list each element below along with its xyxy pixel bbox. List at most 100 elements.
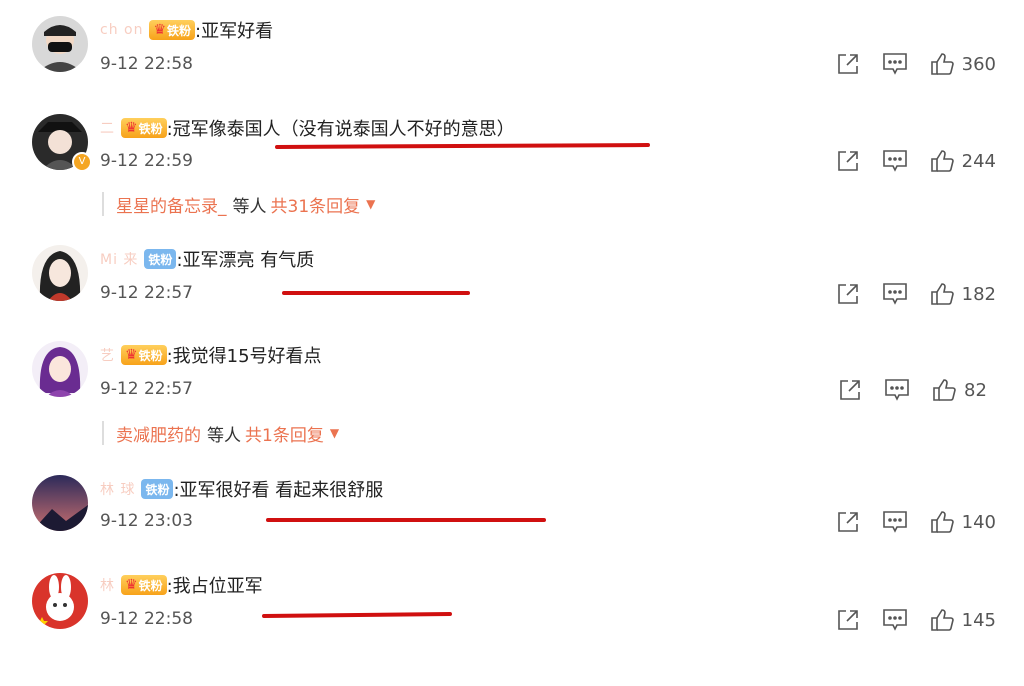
verified-badge: V (72, 152, 92, 172)
purple-hair-girl-icon (32, 341, 88, 397)
share-icon (837, 284, 858, 304)
comment-icon (882, 283, 907, 305)
comment-text: :我觉得15号好看点 (166, 346, 322, 367)
comment-text: :亚军很好看 看起来很舒服 (173, 480, 384, 501)
comment-item: Mi 来 铁粉 :亚军漂亮 有气质 9-12 22:57 182 (10, 235, 1014, 335)
share-icon (837, 512, 858, 532)
reply-count[interactable]: 共1条回复 (245, 421, 324, 446)
red-underline (261, 612, 453, 618)
comment-icon (882, 150, 907, 172)
fan-badge: ♛ 铁粉 (121, 345, 167, 365)
username[interactable]: 二 (100, 118, 115, 138)
avatar[interactable] (32, 475, 88, 531)
comment-button[interactable] (882, 282, 908, 306)
crown-icon: ♛ (125, 577, 138, 593)
like-count: 145 (961, 609, 996, 631)
thumbs-up-icon (930, 283, 954, 305)
share-button[interactable] (836, 52, 860, 76)
crown-icon: ♛ (125, 347, 138, 363)
reply-user[interactable]: 卖减肥药的 (116, 421, 201, 446)
red-underline (282, 291, 470, 295)
share-button[interactable] (838, 378, 862, 402)
username[interactable]: 林 球 (100, 479, 135, 499)
avatar[interactable] (32, 573, 88, 629)
timestamp: 9-12 22:58 (100, 609, 193, 629)
anime-girl-icon (32, 245, 88, 301)
comment-text: :冠军像泰国人（没有说泰国人不好的意思） (166, 119, 515, 140)
reply-user[interactable]: 星星的备忘录_ (116, 192, 227, 217)
avatar[interactable] (32, 341, 88, 397)
rabbit-icon (32, 573, 88, 629)
like-button[interactable]: 140 (930, 510, 996, 534)
fan-badge: 铁粉 (141, 479, 174, 499)
like-count: 140 (961, 511, 996, 533)
share-button[interactable] (836, 149, 860, 173)
share-icon (840, 380, 860, 400)
comment-icon (882, 53, 907, 75)
timestamp: 9-12 22:57 (100, 379, 193, 399)
avatar[interactable] (32, 245, 88, 301)
comment-item: 艺 ♛ 铁粉 :我觉得15号好看点 9-12 22:57 82 卖减肥药的 等人 … (10, 335, 1014, 465)
like-button[interactable]: 182 (930, 282, 996, 306)
comment-text: :亚军好看 (195, 21, 274, 42)
masked-person-icon (32, 16, 88, 72)
thumbs-up-icon (933, 379, 956, 401)
fan-badge: ♛ 铁粉 (121, 575, 167, 595)
caret-down-icon[interactable]: ▼ (366, 197, 375, 211)
thumbs-up-icon (930, 53, 954, 75)
comment-list: ch on ♛ 铁粉 :亚军好看 9-12 22:58 360 V 二 ♛ 铁粉… (10, 0, 1014, 668)
comment-item: V 二 ♛ 铁粉 :冠军像泰国人（没有说泰国人不好的意思） 9-12 22:59 … (10, 100, 1014, 235)
username[interactable]: ch on (100, 22, 143, 38)
thumbs-up-icon (930, 609, 954, 631)
timestamp: 9-12 22:58 (100, 54, 193, 74)
comment-button[interactable] (882, 149, 908, 173)
share-icon (837, 610, 858, 630)
reply-summary[interactable]: 星星的备忘录_ 等人 共31条回复 ▼ (102, 192, 375, 217)
comment-item: 林 球 铁粉 :亚军很好看 看起来很舒服 9-12 23:03 140 (10, 465, 1014, 565)
comment-button[interactable] (882, 510, 908, 534)
comment-icon (885, 379, 909, 401)
like-count: 360 (961, 53, 996, 75)
username[interactable]: 艺 (100, 345, 115, 365)
fan-badge: ♛ 铁粉 (121, 118, 167, 138)
username[interactable]: 林 (100, 575, 115, 595)
reply-summary[interactable]: 卖减肥药的 等人 共1条回复 ▼ (102, 421, 339, 446)
like-button[interactable]: 360 (930, 52, 996, 76)
like-count: 182 (961, 283, 996, 305)
thumbs-up-icon (930, 511, 954, 533)
share-icon (837, 151, 858, 171)
share-button[interactable] (836, 608, 860, 632)
fan-badge: 铁粉 (144, 249, 177, 269)
comment-button[interactable] (882, 608, 908, 632)
comment-item: 林 ♛ 铁粉 :我占位亚军 9-12 22:58 145 (10, 565, 1014, 665)
like-count: 244 (961, 150, 996, 172)
share-icon (837, 54, 858, 74)
comment-text: :我占位亚军 (166, 576, 263, 597)
timestamp: 9-12 22:57 (100, 283, 193, 303)
timestamp: 9-12 23:03 (100, 511, 193, 531)
comment-text: :亚军漂亮 有气质 (176, 250, 315, 271)
avatar[interactable] (32, 16, 88, 72)
comment-item: ch on ♛ 铁粉 :亚军好看 9-12 22:58 360 (10, 0, 1014, 100)
like-button[interactable]: 145 (930, 608, 996, 632)
username[interactable]: Mi 来 (100, 249, 138, 269)
like-count: 82 (964, 379, 987, 401)
comment-button[interactable] (882, 52, 908, 76)
comment-icon (882, 609, 907, 631)
thumbs-up-icon (930, 150, 954, 172)
caret-down-icon[interactable]: ▼ (330, 426, 339, 440)
crown-icon: ♛ (153, 22, 167, 38)
night-sky-icon (32, 475, 88, 531)
comment-button[interactable] (884, 378, 910, 402)
reply-count[interactable]: 共31条回复 (271, 192, 361, 217)
reply-middle-text: 等人 (207, 425, 241, 446)
red-underline (274, 143, 651, 149)
like-button[interactable]: 244 (930, 149, 996, 173)
share-button[interactable] (836, 510, 860, 534)
red-underline (266, 518, 546, 522)
like-button[interactable]: 82 (932, 378, 996, 402)
timestamp: 9-12 22:59 (100, 151, 193, 171)
comment-icon (882, 511, 907, 533)
share-button[interactable] (836, 282, 860, 306)
crown-icon: ♛ (125, 120, 138, 136)
